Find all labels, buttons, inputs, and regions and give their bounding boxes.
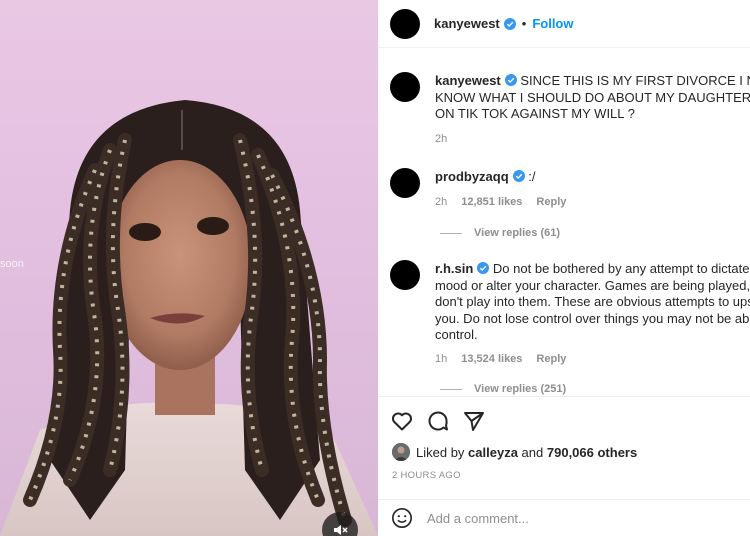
emoji-smile-icon[interactable] xyxy=(391,507,413,529)
follow-button[interactable]: Follow xyxy=(532,16,573,31)
header-username[interactable]: kanyewest xyxy=(434,16,500,31)
comment-username[interactable]: kanyewest xyxy=(435,73,501,88)
view-replies-button[interactable]: View replies (61) xyxy=(440,227,560,239)
comment-bubble-icon[interactable] xyxy=(426,409,450,433)
paper-plane-icon[interactable] xyxy=(462,409,486,433)
comment-text-line: control. xyxy=(435,327,478,342)
liked-by-row: Liked by calleyza and 790,066 others xyxy=(392,443,637,461)
comment-text-line: mood or alter your character. Games are … xyxy=(435,277,750,293)
comment-username[interactable]: r.h.sin xyxy=(435,261,473,276)
separator-dot: • xyxy=(521,16,527,31)
reply-button[interactable]: Reply xyxy=(536,353,566,365)
avatar[interactable] xyxy=(390,168,420,198)
post-actions xyxy=(378,396,750,444)
post-timestamp[interactable]: 2 HOURS AGO xyxy=(392,470,461,481)
view-replies-label: View replies (251) xyxy=(474,383,567,395)
avatar[interactable] xyxy=(392,443,410,461)
post-header: kanyewest • Follow xyxy=(378,0,750,48)
add-comment-bar: Add a comment... xyxy=(378,499,750,536)
comments-list[interactable]: kanyewest SINCE THIS IS MY FIRST DIVORCE… xyxy=(378,48,750,395)
comment-likes[interactable]: 13,524 likes xyxy=(461,353,522,365)
comment-time[interactable]: 2h xyxy=(435,196,447,208)
liked-by-user[interactable]: calleyza xyxy=(468,445,518,460)
comment-text-line: ON TIK TOK AGAINST MY WILL ? xyxy=(435,106,635,121)
comment-text-line: don't play into them. These are obvious … xyxy=(435,294,750,309)
liked-by-others[interactable]: 790,066 others xyxy=(547,445,637,460)
comment-text-line: :/ xyxy=(528,169,536,184)
divider xyxy=(440,232,462,234)
verified-badge-icon xyxy=(512,170,525,182)
verified-badge-icon xyxy=(503,17,516,30)
liked-by-and: and xyxy=(521,444,544,460)
view-replies-label: View replies (61) xyxy=(474,227,561,239)
verified-badge-icon xyxy=(504,74,517,86)
post-side-panel: kanyewest • Follow kanyewest SINCE THIS … xyxy=(378,0,750,536)
comment-meta: 2h xyxy=(435,133,447,145)
comment-text-line: you. Do not lose control over things you… xyxy=(435,310,750,326)
video-frame xyxy=(0,100,378,536)
post-media[interactable]: soon xyxy=(0,0,378,536)
comment-text-line: KNOW WHAT I SHOULD DO ABOUT MY DAUGHTER … xyxy=(435,89,750,105)
comment-username[interactable]: prodbyzaqq xyxy=(435,169,509,184)
reply-button[interactable]: Reply xyxy=(536,196,566,208)
view-replies-button[interactable]: View replies (251) xyxy=(440,383,566,395)
comment-meta: 2h 12,851 likes Reply xyxy=(435,196,566,208)
comment-likes[interactable]: 12,851 likes xyxy=(461,196,522,208)
divider xyxy=(440,388,462,390)
verified-badge-icon xyxy=(477,262,490,274)
comment-time[interactable]: 2h xyxy=(435,133,447,145)
heart-icon[interactable] xyxy=(390,409,414,433)
avatar[interactable] xyxy=(390,260,420,290)
comment-meta: 1h 13,524 likes Reply xyxy=(435,353,566,365)
comment-text-line: Do not be bothered by any attempt to dic… xyxy=(492,261,750,276)
comment-input[interactable]: Add a comment... xyxy=(427,511,529,526)
liked-by-prefix: Liked by xyxy=(416,444,465,460)
comment-time[interactable]: 1h xyxy=(435,353,447,365)
avatar[interactable] xyxy=(390,72,420,102)
comment-text-line: SINCE THIS IS MY FIRST DIVORCE I NEED TO xyxy=(520,73,750,88)
avatar[interactable] xyxy=(390,8,420,39)
speaker-muted-icon xyxy=(334,525,348,535)
background-text: soon xyxy=(0,258,24,270)
user-photo-icon xyxy=(392,443,410,461)
